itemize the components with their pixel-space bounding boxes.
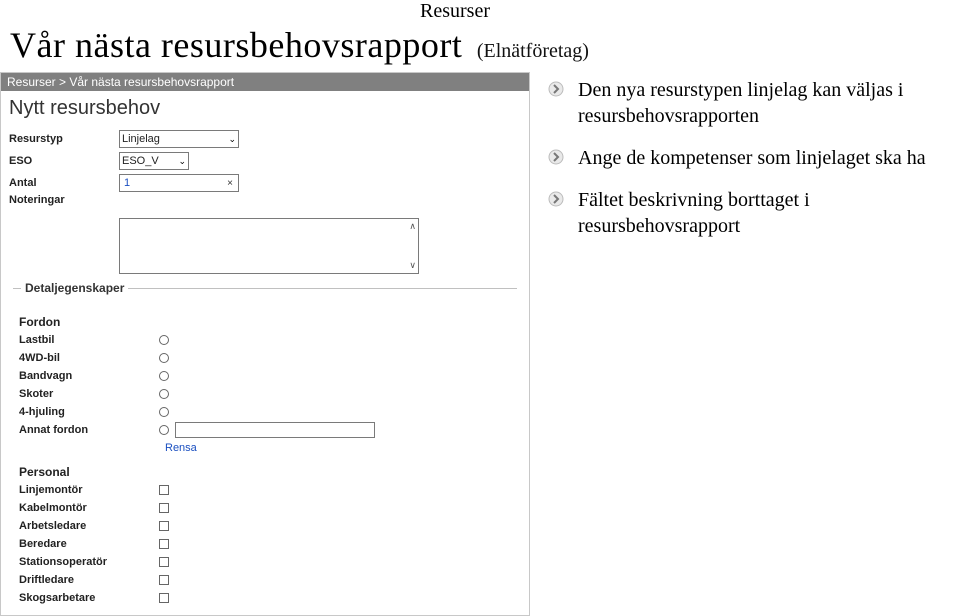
- chevron-bullet-icon: [548, 81, 568, 101]
- bullet-text: Ange de kompetenser som linjelaget ska h…: [578, 145, 926, 171]
- label-stationsoperator: Stationsoperatör: [9, 556, 159, 568]
- page-subtitle: (Elnätföretag): [477, 40, 589, 62]
- scroll-up-icon[interactable]: ∧: [409, 221, 416, 232]
- label-beredare: Beredare: [9, 538, 159, 550]
- label-kabelmontor: Kabelmontör: [9, 502, 159, 514]
- input-antal-value: 1: [120, 177, 222, 189]
- chevron-bullet-icon: [548, 149, 568, 169]
- radio-skoter[interactable]: [159, 389, 169, 399]
- label-linjemontor: Linjemontör: [9, 484, 159, 496]
- form-heading: Nytt resursbehov: [1, 91, 529, 124]
- checkbox-kabelmontor[interactable]: [159, 503, 169, 513]
- scroll-down-icon[interactable]: ∨: [409, 260, 416, 271]
- list-item: Ange de kompetenser som linjelaget ska h…: [548, 145, 948, 171]
- label-4wd: 4WD-bil: [9, 352, 159, 364]
- radio-lastbil[interactable]: [159, 335, 169, 345]
- input-antal[interactable]: 1 ×: [119, 174, 239, 192]
- label-resurstyp: Resurstyp: [9, 133, 119, 145]
- select-eso-value: ESO_V: [122, 155, 159, 167]
- label-annat-fordon: Annat fordon: [9, 424, 159, 436]
- checkbox-skogsarbetare[interactable]: [159, 593, 169, 603]
- label-noteringar: Noteringar: [9, 194, 119, 206]
- checkbox-driftledare[interactable]: [159, 575, 169, 585]
- input-annat-fordon[interactable]: [175, 422, 375, 438]
- chevron-bullet-icon: [548, 191, 568, 211]
- list-item: Den nya resurstypen linjelag kan väljas …: [548, 77, 948, 129]
- label-lastbil: Lastbil: [9, 334, 159, 346]
- textarea-noteringar[interactable]: ∧ ∨: [119, 218, 419, 274]
- radio-4hjuling[interactable]: [159, 407, 169, 417]
- bullet-text: Den nya resurstypen linjelag kan väljas …: [578, 77, 948, 129]
- link-rensa-fordon[interactable]: Rensa: [165, 442, 197, 454]
- group-fordon-heading: Fordon: [19, 315, 521, 329]
- radio-bandvagn[interactable]: [159, 371, 169, 381]
- label-bandvagn: Bandvagn: [9, 370, 159, 382]
- fieldset-detaljegenskaper: Detaljegenskaper: [13, 288, 517, 311]
- label-eso: ESO: [9, 155, 119, 167]
- list-item: Fältet beskrivning borttaget i resursbeh…: [548, 187, 948, 239]
- radio-annat-fordon[interactable]: [159, 425, 169, 435]
- label-skoter: Skoter: [9, 388, 159, 400]
- chevron-down-icon: ⌄: [228, 134, 236, 145]
- radio-4wd[interactable]: [159, 353, 169, 363]
- select-eso[interactable]: ESO_V ⌄: [119, 152, 189, 170]
- clear-icon[interactable]: ×: [222, 178, 238, 189]
- label-skogsarbetare: Skogsarbetare: [9, 592, 159, 604]
- checkbox-linjemontor[interactable]: [159, 485, 169, 495]
- label-antal: Antal: [9, 177, 119, 189]
- app-screenshot: Resurser > Vår nästa resursbehovsrapport…: [0, 72, 530, 616]
- bullet-list: Den nya resurstypen linjelag kan väljas …: [548, 77, 948, 239]
- group-personal-heading: Personal: [19, 465, 521, 479]
- select-resurstyp[interactable]: Linjelag ⌄: [119, 130, 239, 148]
- bullet-text: Fältet beskrivning borttaget i resursbeh…: [578, 187, 948, 239]
- label-driftledare: Driftledare: [9, 574, 159, 586]
- breadcrumb: Resurser > Vår nästa resursbehovsrapport: [1, 73, 529, 91]
- label-arbetsledare: Arbetsledare: [9, 520, 159, 532]
- chevron-down-icon: ⌄: [178, 156, 186, 167]
- select-resurstyp-value: Linjelag: [122, 133, 160, 145]
- label-4hjuling: 4-hjuling: [9, 406, 159, 418]
- section-label: Resurser: [420, 0, 490, 23]
- legend-detaljegenskaper: Detaljegenskaper: [21, 281, 128, 295]
- checkbox-beredare[interactable]: [159, 539, 169, 549]
- page-title: Vår nästa resursbehovsrapport: [10, 25, 462, 65]
- checkbox-arbetsledare[interactable]: [159, 521, 169, 531]
